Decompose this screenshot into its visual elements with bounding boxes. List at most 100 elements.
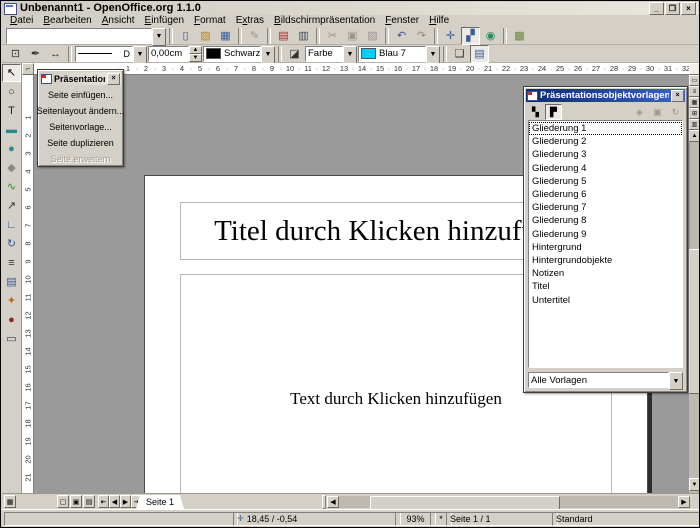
stylist-close-icon[interactable]: × — [671, 90, 684, 102]
menu-item-ansicht[interactable]: Ansicht — [97, 15, 140, 27]
3d-objects-icon[interactable]: ◆ — [2, 159, 21, 177]
menu-item-hilfe[interactable]: Hilfe — [424, 15, 454, 27]
fill-color-dropdown-icon[interactable]: ▼ — [426, 46, 440, 64]
presentation-toggle-icon[interactable]: ▤ — [470, 45, 489, 63]
curve-tool-icon[interactable]: ∿ — [2, 178, 21, 196]
menu-item-datei[interactable]: Datei — [5, 15, 38, 27]
next-page-icon[interactable]: ▶ — [120, 495, 131, 508]
zoom-icon[interactable]: ○ — [2, 83, 21, 101]
style-list-item[interactable]: Titel — [529, 280, 682, 293]
arrow-ends-icon[interactable]: ↔ — [46, 45, 65, 63]
vertical-scroll-thumb[interactable] — [689, 249, 700, 394]
style-list-item[interactable]: Hintergrundobjekte — [529, 254, 682, 267]
vertical-ruler[interactable]: 123456789101112131415161718192021 — [22, 75, 34, 493]
3d-controller-icon[interactable]: ● — [2, 311, 21, 329]
select-arrow-icon[interactable]: ↖ — [2, 64, 21, 82]
scroll-up-icon[interactable]: ▲ — [689, 130, 700, 142]
spin-up-icon[interactable]: ▲ — [189, 46, 202, 54]
tab-splitter[interactable] — [322, 495, 326, 509]
connector-icon[interactable]: ∟ — [2, 216, 21, 234]
first-page-icon[interactable]: ⇤ — [98, 495, 109, 508]
url-combobox[interactable]: ▼ — [6, 28, 166, 44]
page-mode-icon[interactable]: ▢ — [57, 495, 69, 508]
fill-color-combobox[interactable]: Blau 7 ▼ — [358, 46, 440, 62]
gallery-icon[interactable]: ▩ — [510, 27, 529, 45]
alignment-icon[interactable]: ≡ — [2, 254, 21, 272]
fill-type-dropdown-icon[interactable]: ▼ — [343, 46, 357, 64]
open-document-icon[interactable]: ▨ — [196, 27, 215, 45]
close-button-icon[interactable]: × — [681, 2, 696, 15]
menu-item-fenster[interactable]: Fenster — [380, 15, 424, 27]
menu-item-einfgen[interactable]: Einfügen — [140, 15, 189, 27]
menu-item-format[interactable]: Format — [189, 15, 231, 27]
master-mode-icon[interactable]: ▣ — [70, 495, 82, 508]
drawing-view-icon[interactable]: ▭ — [689, 75, 700, 86]
style-list-item[interactable]: Notizen — [529, 267, 682, 280]
restore-button-icon[interactable]: ❐ — [665, 2, 680, 15]
horizontal-ruler[interactable]: 1·2·3·4·5·6·7·8·9·10·11·12·13·14·15·16·1… — [34, 63, 689, 75]
edit-points-icon[interactable]: ⊡ — [6, 45, 25, 63]
presentation-panel-close-icon[interactable]: × — [107, 73, 120, 85]
rectangle-tool-icon[interactable]: ▬ — [2, 121, 21, 139]
handout-view-icon[interactable]: ▥ — [689, 119, 700, 130]
page-tab[interactable]: Seite 1 — [136, 495, 184, 509]
export-pdf-icon[interactable]: ▤ — [274, 27, 293, 45]
menu-item-bearbeiten[interactable]: Bearbeiten — [38, 15, 96, 27]
presentation-panel-item[interactable]: Seite duplizieren — [47, 135, 114, 151]
ellipse-tool-icon[interactable]: ● — [2, 140, 21, 158]
style-filter-value[interactable]: Alle Vorlagen — [528, 372, 669, 388]
arrange-icon[interactable]: ▤ — [2, 273, 21, 291]
line-pen-icon[interactable]: ✒ — [26, 45, 45, 63]
slides-view-icon[interactable]: ▦ — [689, 97, 700, 108]
style-list-item[interactable]: Gliederung 2 — [529, 135, 682, 148]
presentation-panel-item[interactable]: Seitenlayout ändern... — [37, 103, 125, 119]
undo-icon[interactable]: ↶ — [392, 27, 411, 45]
line-style-combobox[interactable]: D ▼ — [75, 46, 147, 62]
hyperlink-bar-icon[interactable]: ◉ — [481, 27, 500, 45]
fill-style-icon[interactable]: ◪ — [285, 45, 304, 63]
line-width-spinner[interactable]: 0,00cm ▲ ▼ — [148, 46, 202, 62]
hscroll-left-icon[interactable]: ◀ — [327, 496, 339, 508]
rotate-icon[interactable]: ↻ — [2, 235, 21, 253]
navigator-icon[interactable]: ✛ — [441, 27, 460, 45]
line-width-value[interactable]: 0,00cm — [148, 46, 189, 62]
style-filter-combobox[interactable]: Alle Vorlagen ▼ — [528, 372, 683, 388]
style-list-item[interactable]: Gliederung 6 — [529, 188, 682, 201]
stylist-icon[interactable]: ▞ — [461, 27, 480, 45]
prev-page-icon[interactable]: ◀ — [109, 495, 120, 508]
save-document-icon[interactable]: ▦ — [216, 27, 235, 45]
status-style-field[interactable]: Standard — [552, 512, 700, 526]
menu-item-extras[interactable]: Extras — [231, 15, 269, 27]
text-tool-icon[interactable]: T — [2, 102, 21, 120]
style-list-item[interactable]: Gliederung 3 — [529, 148, 682, 161]
presentation-panel-item[interactable]: Seitenvorlage... — [49, 119, 112, 135]
presentation-panel-titlebar[interactable]: Präsentation × — [40, 72, 121, 85]
scroll-down-icon[interactable]: ▼ — [689, 478, 700, 491]
url-dropdown-icon[interactable]: ▼ — [152, 28, 166, 46]
layer-mode-icon[interactable]: ▤ — [83, 495, 95, 508]
presentation-screen-icon[interactable]: ▭ — [2, 330, 21, 348]
lines-arrows-icon[interactable]: ↗ — [2, 197, 21, 215]
style-list-item[interactable]: Hintergrund — [529, 241, 682, 254]
hscroll-right-icon[interactable]: ▶ — [678, 496, 690, 508]
url-field[interactable] — [6, 28, 152, 44]
graphics-styles-icon[interactable]: ▚ — [527, 104, 544, 120]
redo-icon[interactable]: ↷ — [412, 27, 431, 45]
new-document-icon[interactable]: ▯ — [176, 27, 195, 45]
style-list-item[interactable]: Gliederung 8 — [529, 214, 682, 227]
notes-view-icon[interactable]: ⊞ — [689, 108, 700, 119]
line-color-dropdown-icon[interactable]: ▼ — [261, 46, 275, 64]
style-list-item[interactable]: Gliederung 5 — [529, 175, 682, 188]
presentation-panel-item[interactable]: Seite einfügen... — [48, 87, 113, 103]
presentation-styles-icon[interactable]: ▛ — [545, 104, 562, 120]
ruler-corner-right-button[interactable] — [689, 63, 700, 75]
style-list-item[interactable]: Untertitel — [529, 294, 682, 307]
minimize-button-icon[interactable]: _ — [649, 2, 664, 15]
corner-mode-icon[interactable]: ▦ — [4, 495, 16, 508]
print-icon[interactable]: ▥ — [294, 27, 313, 45]
spin-down-icon[interactable]: ▼ — [189, 54, 202, 62]
ruler-corner-button[interactable]: ⌐ — [22, 63, 34, 75]
effects-icon[interactable]: ✦ — [2, 292, 21, 310]
line-style-dropdown-icon[interactable]: ▼ — [133, 46, 147, 64]
style-list-item[interactable]: Gliederung 1 — [529, 122, 682, 135]
